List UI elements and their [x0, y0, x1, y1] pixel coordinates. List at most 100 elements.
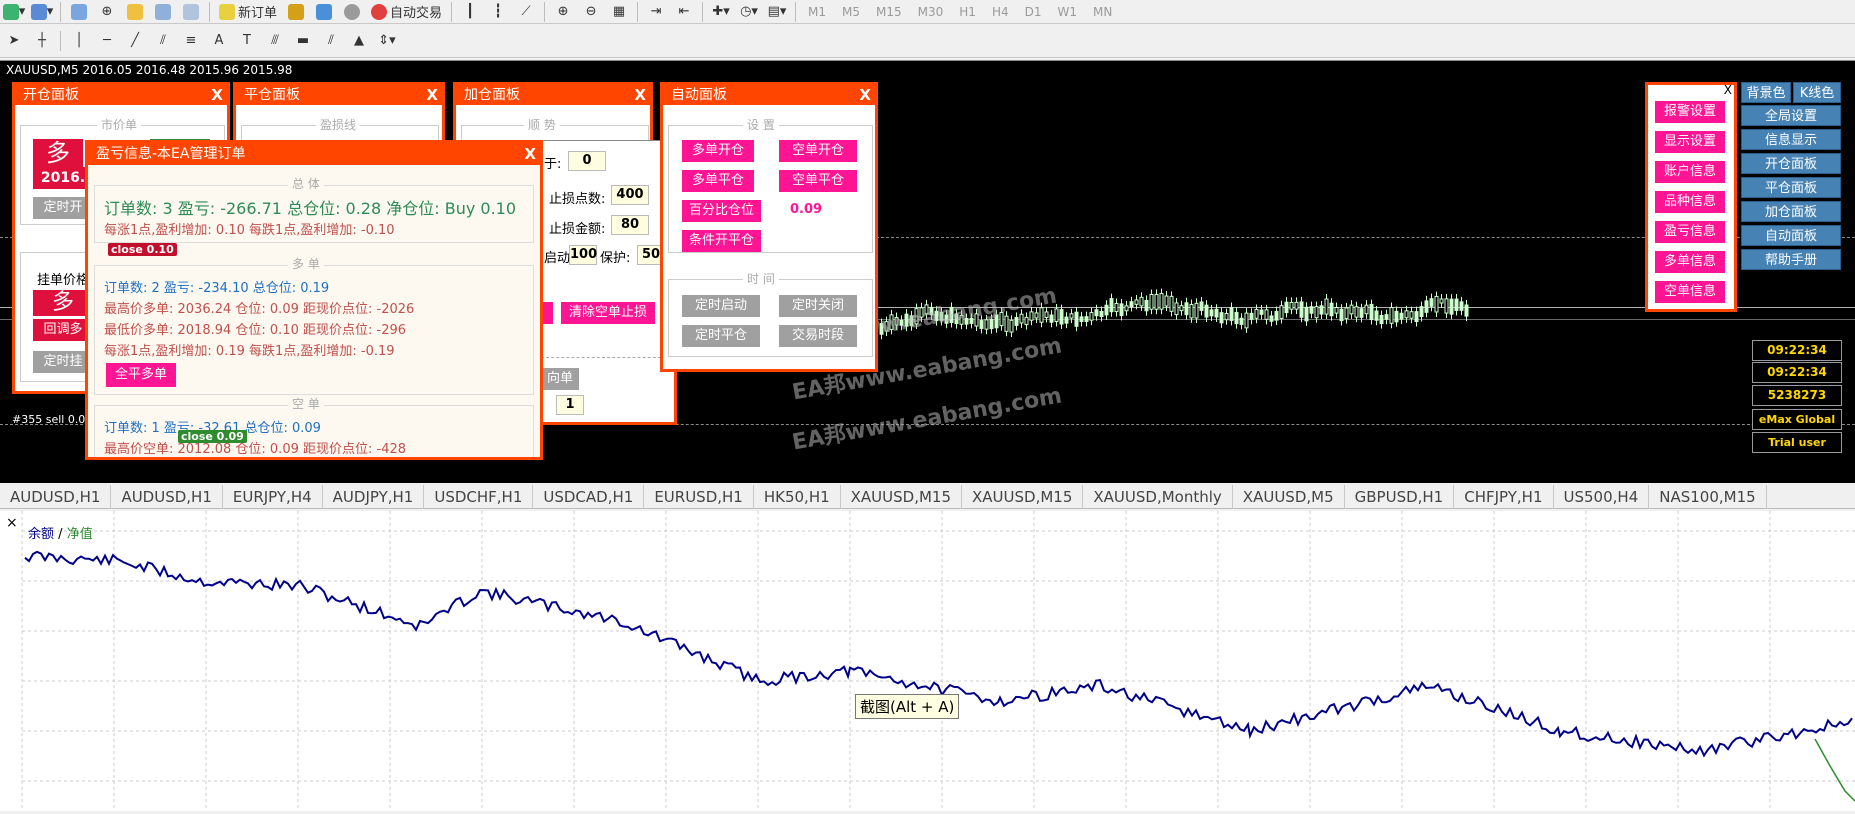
- data-window-icon[interactable]: ⊕: [94, 1, 120, 23]
- open-panel-header[interactable]: 开仓面板 X: [15, 85, 227, 105]
- metaeditor-icon[interactable]: [283, 1, 309, 23]
- close-all-buy-button[interactable]: 全平多单: [106, 363, 176, 387]
- sl-amount-input[interactable]: 80: [611, 215, 649, 235]
- timeframe-m5[interactable]: M5: [834, 5, 868, 19]
- text-label-icon[interactable]: T: [234, 30, 260, 52]
- crosshair-icon[interactable]: ┼: [29, 30, 55, 52]
- trade-period-button[interactable]: 交易时段: [779, 325, 857, 347]
- auto-buy-close-button[interactable]: 多单平仓: [682, 170, 754, 192]
- tile-windows-icon[interactable]: ▦: [606, 1, 632, 23]
- conditional-open-close-button[interactable]: 条件开平仓: [682, 230, 761, 252]
- gt-input[interactable]: 0: [568, 151, 606, 171]
- zoom-in-icon[interactable]: ⊕: [550, 1, 576, 23]
- buy-button[interactable]: 多: [33, 139, 83, 167]
- timeframe-mn[interactable]: MN: [1085, 5, 1120, 19]
- percent-lot-button[interactable]: 百分比仓位: [682, 200, 761, 222]
- menu-button-0[interactable]: 全局设置: [1741, 105, 1841, 126]
- menu-button-5[interactable]: 自动面板: [1741, 225, 1841, 246]
- right-panel-button-5[interactable]: 多单信息: [1655, 251, 1725, 273]
- profit-info-header[interactable]: 盈亏信息-本EA管理订单 X: [88, 143, 540, 165]
- right-panel-close-icon[interactable]: X: [1724, 83, 1732, 97]
- market-watch-icon[interactable]: [66, 1, 92, 23]
- timer-open-button[interactable]: 定时开: [33, 197, 93, 219]
- chart-tab[interactable]: US500,H4: [1554, 485, 1650, 509]
- cursor-icon[interactable]: ➤: [1, 30, 27, 52]
- auto-panel-close-icon[interactable]: X: [859, 85, 871, 105]
- auto-sell-open-button[interactable]: 空单开仓: [779, 140, 857, 162]
- zoom-out-icon[interactable]: ⊖: [578, 1, 604, 23]
- bar-chart-icon[interactable]: ┃: [457, 1, 483, 23]
- chart-tab[interactable]: XAUUSD,M15: [841, 485, 963, 509]
- trendline-icon[interactable]: ╱: [122, 30, 148, 52]
- direction-input[interactable]: 1: [556, 395, 584, 415]
- chart-tab[interactable]: USDCAD,H1: [533, 485, 645, 509]
- equidistant-channel-icon[interactable]: ⫽: [150, 30, 176, 52]
- profiles-icon[interactable]: ▾: [29, 1, 55, 23]
- chart-tab[interactable]: NAS100,M15: [1649, 485, 1767, 509]
- market-icon[interactable]: [339, 1, 365, 23]
- menu-button-3[interactable]: 平仓面板: [1741, 177, 1841, 198]
- timer-start-button[interactable]: 定时启动: [682, 295, 760, 317]
- chart-tab[interactable]: XAUUSD,Monthly: [1083, 485, 1233, 509]
- arrows-icon[interactable]: ⇕▾: [374, 30, 400, 52]
- navigator-icon[interactable]: [122, 1, 148, 23]
- chart-tab[interactable]: HK50,H1: [754, 485, 841, 509]
- rectangle-icon[interactable]: ▬: [290, 30, 316, 52]
- timeframe-w1[interactable]: W1: [1050, 5, 1086, 19]
- chart-tab[interactable]: EURJPY,H4: [223, 485, 323, 509]
- buy-price-label[interactable]: 2016.: [33, 167, 93, 189]
- timeframe-m1[interactable]: M1: [800, 5, 834, 19]
- chart-tab[interactable]: XAUUSD,M15: [962, 485, 1084, 509]
- fibonacci-icon[interactable]: ≡: [178, 30, 204, 52]
- chart-tab[interactable]: EURUSD,H1: [644, 485, 754, 509]
- equity-chart[interactable]: × 余额 / 净值: [0, 511, 1855, 811]
- add-panel-close-icon[interactable]: X: [634, 85, 646, 105]
- gann-icon[interactable]: ⫻: [262, 30, 288, 52]
- clear-sell-sl-button[interactable]: 清除空单止损: [561, 302, 655, 324]
- right-panel-button-6[interactable]: 空单信息: [1655, 281, 1725, 303]
- auto-start-input[interactable]: 100: [569, 245, 597, 265]
- profit-info-close-icon[interactable]: X: [524, 143, 536, 165]
- new-chart-icon[interactable]: ▾: [1, 1, 27, 23]
- candle-chart-icon[interactable]: ┇: [485, 1, 511, 23]
- chart-tab[interactable]: XAUUSD,M5: [1233, 485, 1345, 509]
- direction-button[interactable]: 向单: [541, 368, 579, 390]
- channel-icon[interactable]: ⫽: [318, 30, 344, 52]
- templates-icon[interactable]: ▤▾: [764, 1, 790, 23]
- chart-tab[interactable]: AUDUSD,H1: [0, 485, 112, 509]
- pending-buy-button[interactable]: 多: [33, 290, 93, 316]
- menu-button-1[interactable]: 信息显示: [1741, 129, 1841, 150]
- menu-button-6[interactable]: 帮助手册: [1741, 249, 1841, 270]
- tester-icon[interactable]: [178, 1, 204, 23]
- triangle-icon[interactable]: ▲: [346, 30, 372, 52]
- chart-shift-icon[interactable]: ⇥: [643, 1, 669, 23]
- chart-tab[interactable]: AUDJPY,H1: [323, 485, 425, 509]
- auto-panel-header[interactable]: 自动面板 X: [663, 85, 875, 105]
- right-panel-button-0[interactable]: 报警设置: [1655, 101, 1725, 123]
- autoscroll-icon[interactable]: ⇤: [671, 1, 697, 23]
- timeframe-m15[interactable]: M15: [868, 5, 910, 19]
- auto-buy-open-button[interactable]: 多单开仓: [682, 140, 754, 162]
- auto-trading-button[interactable]: 自动交易: [367, 1, 446, 23]
- auto-sell-close-button[interactable]: 空单平仓: [779, 170, 857, 192]
- timer-stop-button[interactable]: 定时关闭: [779, 295, 857, 317]
- timeframe-d1[interactable]: D1: [1017, 5, 1050, 19]
- menu-button-2[interactable]: 开仓面板: [1741, 153, 1841, 174]
- timeframe-m30[interactable]: M30: [910, 5, 952, 19]
- timeframe-h4[interactable]: H4: [984, 5, 1017, 19]
- terminal-icon[interactable]: [150, 1, 176, 23]
- candle-color-button[interactable]: K线色: [1793, 82, 1841, 103]
- equity-close-icon[interactable]: ×: [6, 515, 18, 531]
- timer-pending-button[interactable]: 定时挂: [33, 351, 93, 373]
- periods-icon[interactable]: ◷▾: [736, 1, 762, 23]
- callback-buy-button[interactable]: 回调多: [33, 319, 93, 341]
- chart-tab[interactable]: GBPUSD,H1: [1345, 485, 1455, 509]
- close-panel-close-icon[interactable]: X: [426, 85, 438, 105]
- chart-tab[interactable]: USDCHF,H1: [424, 485, 534, 509]
- text-icon[interactable]: A: [206, 30, 232, 52]
- menu-button-4[interactable]: 加仓面板: [1741, 201, 1841, 222]
- indicators-icon[interactable]: ✚▾: [708, 1, 734, 23]
- right-panel-button-1[interactable]: 显示设置: [1655, 131, 1725, 153]
- new-order-button[interactable]: 新订单: [215, 1, 281, 23]
- chart-tab[interactable]: AUDUSD,H1: [111, 485, 223, 509]
